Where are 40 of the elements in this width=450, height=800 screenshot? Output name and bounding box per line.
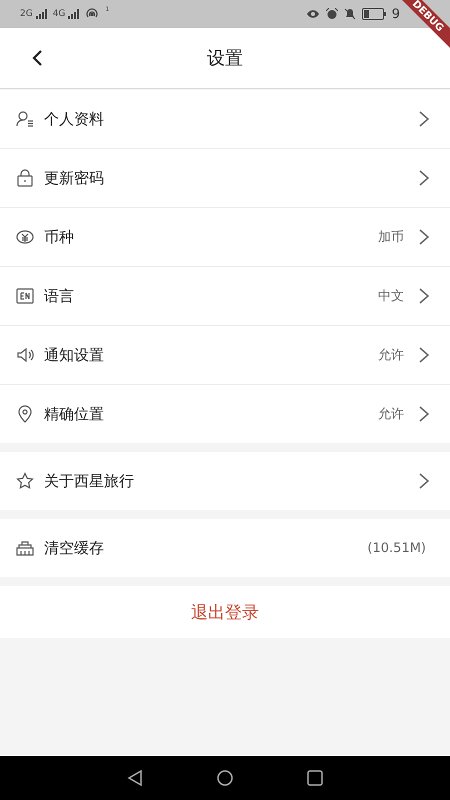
settings-row[interactable]: 精确位置 允许 [0,385,450,443]
settings-row[interactable]: 关于西星旅行 [0,452,450,510]
settings-row[interactable]: 语言 中文 [0,267,450,326]
row-value: 允许 [378,406,404,423]
row-value: (10.51M) [367,540,426,556]
basket-icon [16,539,34,557]
location-pin-icon [16,405,34,423]
currency-icon [16,228,34,246]
settings-row[interactable]: 通知设置 允许 [0,326,450,385]
row-label: 币种 [44,228,75,246]
row-label: 更新密码 [44,168,105,188]
row-label: 通知设置 [44,346,105,364]
row-value: 允许 [378,347,404,364]
recents-icon[interactable] [306,769,324,787]
back-icon[interactable] [126,769,144,787]
row-label: 清空缓存 [44,538,105,558]
row-label: 精确位置 [44,404,105,424]
clock-time: 9 [392,6,400,22]
eye-icon [306,9,320,19]
logout-button[interactable]: 退出登录 [0,586,450,638]
settings-row[interactable]: 更新密码 [0,149,450,208]
alarm-icon [326,8,338,20]
muted-bell-icon [344,8,356,20]
row-label: 语言 [44,286,75,306]
person-icon [16,110,34,128]
home-icon[interactable] [216,769,234,787]
row-label: 关于西星旅行 [44,472,135,490]
speaker-icon [16,346,34,364]
row-value: 加币 [378,229,404,246]
language-icon [16,287,34,305]
row-label: 个人资料 [44,110,105,128]
battery-icon [362,8,386,20]
hotspot-icon [85,8,100,20]
settings-row[interactable]: 个人资料 [0,90,450,149]
settings-row[interactable]: 清空缓存 (10.51M) [0,519,450,577]
row-value: 中文 [378,288,404,305]
lock-icon [16,169,34,187]
page-title: 设置 [207,47,243,70]
star-icon [16,472,34,490]
settings-row[interactable]: 币种 加币 [0,208,450,267]
